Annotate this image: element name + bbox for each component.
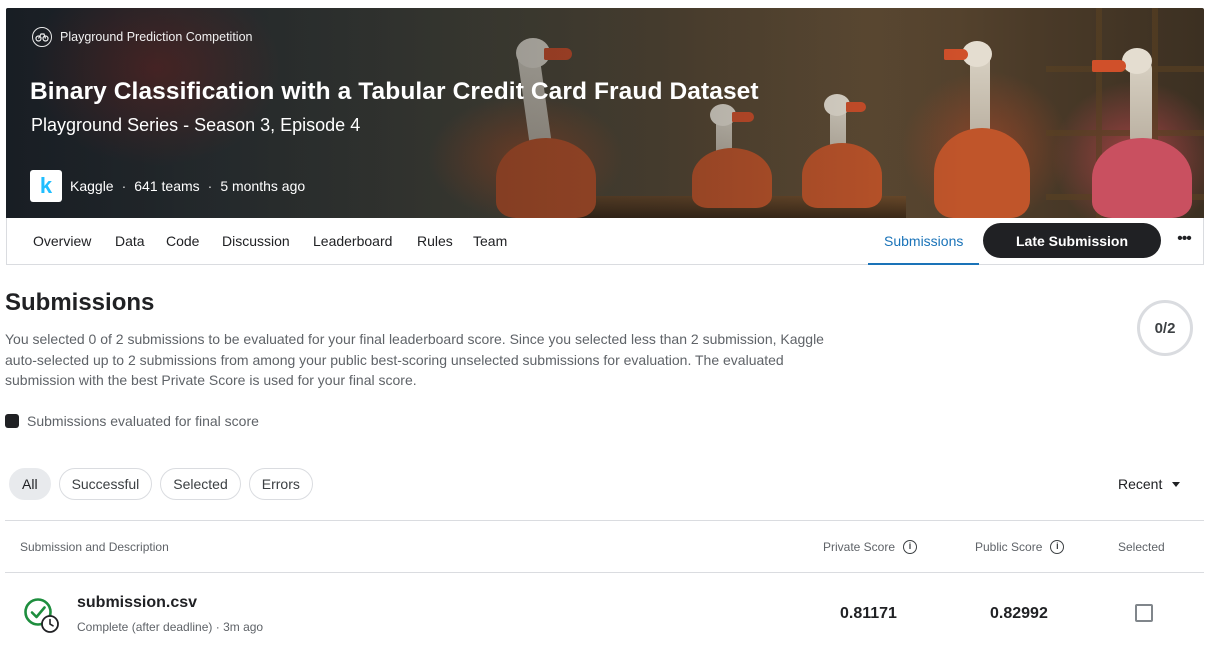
late-submission-button[interactable]: Late Submission bbox=[983, 223, 1161, 258]
host-name[interactable]: Kaggle bbox=[70, 178, 114, 194]
column-header-label: Private Score bbox=[823, 540, 896, 554]
final-score-legend: Submissions evaluated for final score bbox=[5, 413, 259, 429]
teams-count: 641 teams bbox=[134, 178, 200, 194]
submissions-description: You selected 0 of 2 submissions to be ev… bbox=[5, 331, 824, 388]
kaggle-logo-icon[interactable]: k bbox=[30, 170, 62, 202]
tab-overview[interactable]: Overview bbox=[33, 218, 91, 264]
info-icon[interactable]: i bbox=[1050, 540, 1065, 554]
submission-filters: All Successful Selected Errors bbox=[9, 468, 313, 500]
competition-age: 5 months ago bbox=[220, 178, 306, 194]
tab-submissions[interactable]: Submissions bbox=[867, 218, 980, 265]
submissions-table: Submission and Description Private Score… bbox=[5, 520, 1204, 653]
filter-chip-all[interactable]: All bbox=[9, 468, 51, 500]
filter-chip-successful[interactable]: Successful bbox=[58, 468, 153, 500]
separator-dot: · bbox=[121, 178, 127, 194]
filter-chip-selected[interactable]: Selected bbox=[160, 468, 241, 500]
tab-discussion[interactable]: Discussion bbox=[222, 218, 290, 264]
submission-status: Complete (after deadline) · 3m ago bbox=[77, 620, 264, 634]
legend-swatch bbox=[5, 414, 19, 428]
tab-team[interactable]: Team bbox=[473, 218, 507, 264]
column-header-public-score: Public Score i bbox=[975, 540, 1065, 554]
competition-type-text: Playground Prediction Competition bbox=[60, 30, 253, 44]
column-header-submission: Submission and Description bbox=[20, 540, 169, 554]
table-header: Submission and Description Private Score… bbox=[5, 520, 1204, 573]
sort-dropdown[interactable]: Recent bbox=[1118, 476, 1181, 492]
tab-rules[interactable]: Rules bbox=[417, 218, 453, 264]
tab-leaderboard[interactable]: Leaderboard bbox=[313, 218, 392, 264]
competition-nav: Overview Data Code Discussion Leaderboar… bbox=[6, 218, 1204, 265]
column-header-selected: Selected bbox=[1118, 540, 1165, 554]
tab-code[interactable]: Code bbox=[166, 218, 199, 264]
public-score-value: 0.82992 bbox=[990, 605, 1048, 622]
complete-late-check-icon bbox=[24, 598, 59, 633]
sort-label: Recent bbox=[1118, 476, 1163, 492]
competition-subtitle: Playground Series - Season 3, Episode 4 bbox=[31, 115, 361, 135]
private-score-value: 0.81171 bbox=[840, 605, 897, 622]
select-submission-checkbox[interactable] bbox=[1135, 604, 1153, 622]
separator-dot: · bbox=[207, 178, 213, 194]
table-row: submission.csv Complete (after deadline)… bbox=[5, 573, 1204, 653]
column-header-label: Selected bbox=[1118, 540, 1165, 554]
playground-icon bbox=[32, 27, 52, 47]
competition-type-label: Playground Prediction Competition bbox=[32, 27, 252, 47]
more-options-icon[interactable]: ••• bbox=[1171, 228, 1197, 254]
column-header-label: Submission and Description bbox=[20, 540, 169, 554]
page-title: Submissions bbox=[5, 289, 155, 316]
submission-file-name[interactable]: submission.csv bbox=[77, 594, 197, 612]
host-info: k Kaggle · 641 teams · 5 months ago bbox=[30, 170, 305, 202]
chevron-down-icon bbox=[1172, 481, 1181, 487]
legend-label: Submissions evaluated for final score bbox=[27, 413, 259, 429]
tab-data[interactable]: Data bbox=[115, 218, 145, 264]
column-header-private-score: Private Score i bbox=[823, 540, 918, 554]
filter-chip-errors[interactable]: Errors bbox=[248, 468, 313, 500]
competition-header-banner: Playground Prediction Competition Binary… bbox=[6, 8, 1204, 218]
column-header-label: Public Score bbox=[975, 540, 1043, 554]
selection-counter: 0/2 bbox=[1137, 300, 1193, 356]
info-icon[interactable]: i bbox=[903, 540, 918, 554]
competition-title: Binary Classification with a Tabular Cre… bbox=[30, 78, 759, 105]
